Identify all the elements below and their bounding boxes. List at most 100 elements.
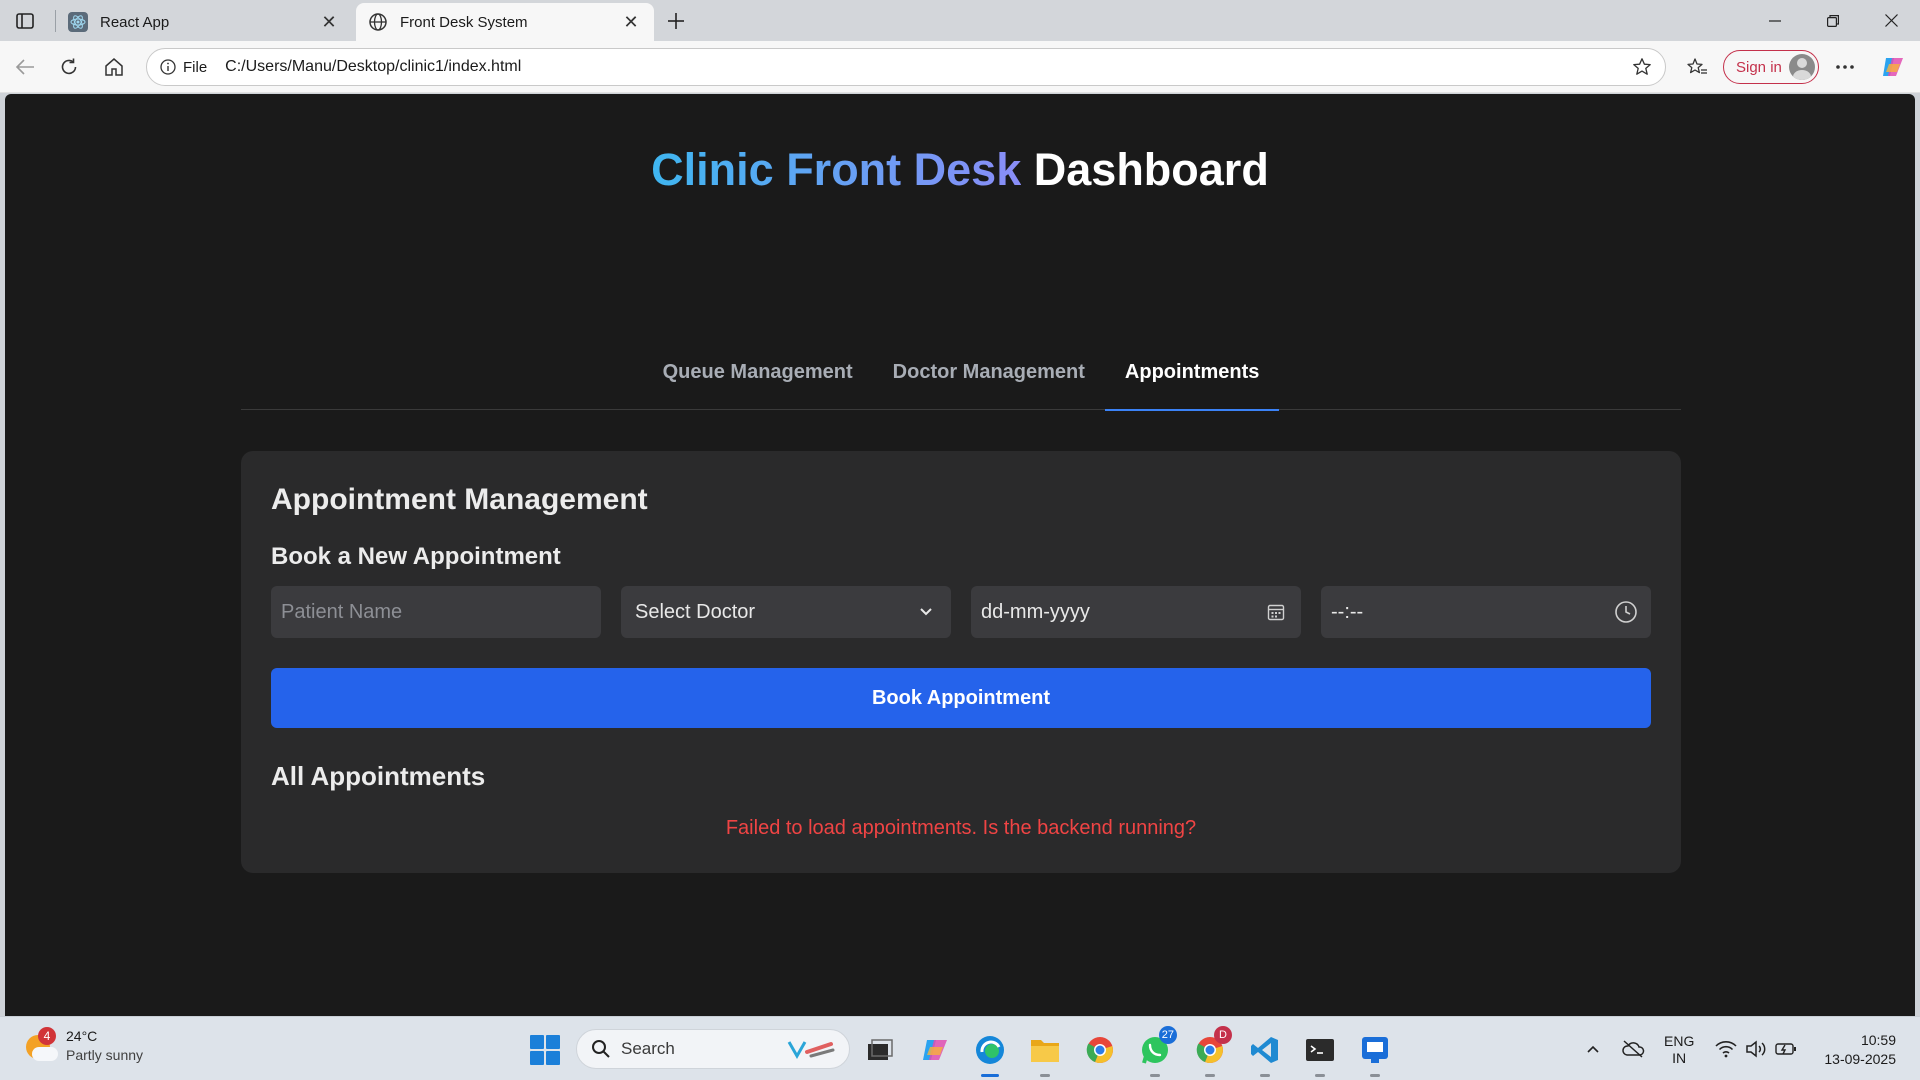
wifi-icon	[1715, 1041, 1737, 1058]
remote-app-button[interactable]	[1355, 1030, 1395, 1077]
sidebar-toggle-icon	[16, 13, 34, 29]
browser-toolbar: File C:/Users/Manu/Desktop/clinic1/index…	[0, 41, 1920, 93]
clock-icon[interactable]	[1613, 599, 1639, 625]
doctor-select-value: Select Doctor	[635, 600, 756, 623]
clock-time: 10:59	[1860, 1032, 1896, 1048]
restore-button[interactable]	[1804, 0, 1862, 41]
weather-condition: Partly sunny	[66, 1047, 144, 1063]
terminal-icon	[1306, 1039, 1334, 1061]
error-message: Failed to load appointments. Is the back…	[725, 817, 1197, 839]
system-clock[interactable]: 10:59 13-09-2025	[1812, 1031, 1896, 1069]
tab-react-app[interactable]: React App ✕	[56, 3, 352, 41]
copilot-app-button[interactable]	[915, 1030, 955, 1070]
doctor-select[interactable]: Select Doctor	[621, 586, 951, 638]
terminal-app-button[interactable]	[1300, 1030, 1340, 1077]
file-explorer-button[interactable]	[1025, 1030, 1065, 1077]
globe-icon	[368, 12, 388, 32]
tab-queue-management[interactable]: Queue Management	[643, 334, 873, 410]
weather-badge: 4	[38, 1027, 56, 1045]
calendar-icon[interactable]	[1263, 599, 1289, 625]
copilot-icon	[923, 1040, 947, 1060]
taskbar-search[interactable]: Search	[576, 1029, 850, 1069]
wifi-button[interactable]	[1712, 1017, 1740, 1080]
title-rest: Dashboard	[1033, 144, 1269, 195]
main-nav: Queue Management Doctor Management Appoi…	[241, 334, 1681, 411]
card-title: Appointment Management	[271, 483, 648, 516]
plus-icon	[668, 13, 684, 29]
date-placeholder: dd-mm-yyyy	[981, 600, 1090, 623]
url-scheme: File	[183, 58, 208, 76]
cloud-offline-icon	[1622, 1040, 1645, 1058]
onedrive-button[interactable]	[1616, 1017, 1650, 1080]
whatsapp-badge: 27	[1158, 1026, 1177, 1044]
edge-app-button[interactable]	[970, 1030, 1010, 1077]
favorites-button[interactable]	[1680, 50, 1714, 84]
weather-temp: 24°C	[66, 1028, 98, 1044]
copilot-button[interactable]	[1876, 50, 1910, 84]
avatar-icon	[1789, 54, 1815, 80]
close-icon[interactable]: ✕	[318, 11, 340, 33]
search-icon	[592, 1040, 610, 1058]
volume-button[interactable]	[1742, 1017, 1770, 1080]
tab-strip: React App ✕ Front Desk System ✕	[0, 0, 1920, 41]
tab-front-desk-system[interactable]: Front Desk System ✕	[356, 3, 654, 41]
close-icon[interactable]: ✕	[620, 11, 642, 33]
refresh-button[interactable]	[52, 50, 86, 84]
more-options-button[interactable]	[1828, 50, 1862, 84]
back-button[interactable]	[8, 50, 42, 84]
sign-in-label: Sign in	[1736, 58, 1782, 76]
tab-title: Front Desk System	[400, 13, 528, 31]
date-input[interactable]: dd-mm-yyyy	[971, 586, 1301, 638]
tab-appointments[interactable]: Appointments	[1104, 334, 1280, 411]
favorite-star-icon[interactable]	[1625, 50, 1659, 84]
battery-button[interactable]	[1772, 1017, 1800, 1080]
time-placeholder: --:--	[1331, 600, 1364, 623]
time-input[interactable]: --:--	[1321, 586, 1651, 638]
book-appointment-button[interactable]: Book Appointment	[271, 668, 1651, 728]
search-label: Search	[621, 1039, 675, 1058]
minimize-icon	[1769, 19, 1781, 22]
sign-in-button[interactable]: Sign in	[1723, 50, 1819, 84]
tab-actions-button[interactable]	[12, 8, 38, 34]
tab-doctor-management[interactable]: Doctor Management	[873, 334, 1105, 410]
whatsapp-app-button[interactable]: 27	[1135, 1026, 1177, 1077]
task-view-icon	[868, 1039, 893, 1060]
refresh-icon	[61, 58, 77, 75]
arrow-left-icon	[15, 59, 34, 75]
home-icon	[105, 58, 123, 76]
taskbar: 4 24°C Partly sunny Search 27 D ENG IN 1…	[0, 1016, 1920, 1080]
page-title: Clinic Front Desk Dashboard	[5, 144, 1915, 196]
address-bar[interactable]: File C:/Users/Manu/Desktop/clinic1/index…	[146, 48, 1666, 86]
all-appointments-title: All Appointments	[271, 761, 486, 791]
remote-desktop-icon	[1362, 1037, 1388, 1063]
close-window-button[interactable]	[1862, 0, 1920, 41]
favorites-icon	[1687, 58, 1707, 74]
chevron-down-icon	[913, 599, 939, 625]
home-button[interactable]	[97, 50, 131, 84]
minimize-button[interactable]	[1746, 0, 1804, 41]
weather-widget[interactable]: 4 24°C Partly sunny	[24, 1027, 143, 1065]
page-viewport: Clinic Front Desk Dashboard Queue Manage…	[5, 94, 1915, 1016]
task-view-button[interactable]	[860, 1030, 900, 1070]
patient-name-input[interactable]: Patient Name	[271, 586, 601, 638]
weather-icon: 4	[24, 1027, 58, 1063]
chrome-app-button[interactable]	[1080, 1030, 1120, 1070]
url-text[interactable]: C:/Users/Manu/Desktop/clinic1/index.html	[225, 58, 1625, 76]
appointment-card: Appointment Management Book a New Appoin…	[241, 451, 1681, 873]
react-icon	[68, 12, 88, 32]
vscode-app-button[interactable]	[1245, 1030, 1285, 1077]
restore-icon	[1827, 14, 1839, 27]
folder-icon	[1031, 1040, 1059, 1062]
language-indicator[interactable]: ENG IN	[1664, 1033, 1694, 1067]
new-tab-button[interactable]	[662, 8, 690, 34]
copilot-icon	[1883, 58, 1903, 76]
show-hidden-icons-button[interactable]	[1578, 1017, 1608, 1080]
language-code: ENG	[1664, 1033, 1695, 1049]
chrome-profile-button[interactable]: D	[1190, 1026, 1232, 1077]
vscode-icon	[1251, 1037, 1278, 1063]
start-button[interactable]	[530, 1035, 560, 1065]
chevron-up-icon	[1587, 1045, 1599, 1053]
book-form-title: Book a New Appointment	[271, 543, 561, 570]
info-icon[interactable]	[159, 58, 177, 76]
battery-charging-icon	[1775, 1043, 1796, 1055]
